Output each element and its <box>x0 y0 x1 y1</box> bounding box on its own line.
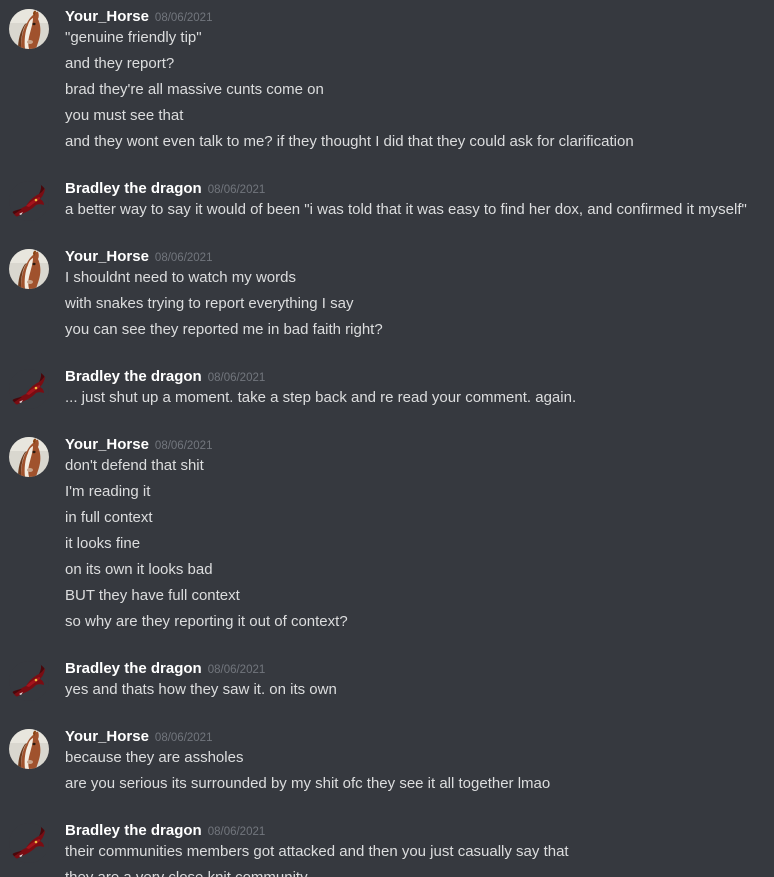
message-text: so why are they reporting it out of cont… <box>65 613 348 630</box>
message-group: Bradley the dragon 08/06/2021 yes and that… <box>0 658 774 706</box>
horse-avatar-icon[interactable] <box>9 437 49 477</box>
username[interactable]: Your_Horse <box>65 248 149 265</box>
message-group: Bradley the dragon 08/06/2021 their commun… <box>0 820 774 877</box>
username[interactable]: Bradley the dragon <box>65 822 202 839</box>
message-text: with snakes trying to report everything … <box>65 295 354 312</box>
message-header: Bradley the dragon 08/06/2021 <box>65 820 766 842</box>
message-header: Your_Horse 08/06/2021 <box>65 434 766 456</box>
message-text: you must see that <box>65 107 184 124</box>
timestamp: 08/06/2021 <box>154 12 213 24</box>
message-text: on its own it looks bad <box>65 561 213 578</box>
message-text: it looks fine <box>65 535 141 552</box>
message-text: I shouldnt need to watch my words <box>65 269 296 286</box>
timestamp: 08/06/2021 <box>154 440 213 452</box>
message-text: yes and thats how they saw it. on its ow… <box>65 681 337 698</box>
message-text: in full context <box>65 509 153 526</box>
message-group: Your_Horse 08/06/2021 I shouldnt need to w… <box>0 246 774 346</box>
timestamp: 08/06/2021 <box>207 826 266 838</box>
message-header: Bradley the dragon 08/06/2021 <box>65 366 766 388</box>
username[interactable]: Your_Horse <box>65 436 149 453</box>
timestamp: 08/06/2021 <box>154 252 213 264</box>
message-text: BUT they have full context <box>65 587 240 604</box>
horse-avatar-icon[interactable] <box>9 9 49 49</box>
username[interactable]: Bradley the dragon <box>65 660 202 677</box>
timestamp: 08/06/2021 <box>207 184 266 196</box>
message-header: Your_Horse 08/06/2021 <box>65 246 766 268</box>
message-text: ... just shut up a moment. take a step b… <box>65 389 577 406</box>
message-group: Bradley the dragon 08/06/2021 a better way… <box>0 178 774 226</box>
message-header: Bradley the dragon 08/06/2021 <box>65 178 766 200</box>
timestamp: 08/06/2021 <box>207 664 266 676</box>
message-header: Your_Horse 08/06/2021 <box>65 726 766 748</box>
username[interactable]: Bradley the dragon <box>65 368 202 385</box>
message-text: and they wont even talk to me? if they t… <box>65 133 634 150</box>
message-text: their communities members got attacked a… <box>65 843 569 860</box>
dragon-avatar-icon[interactable] <box>9 823 49 863</box>
message-text: because they are assholes <box>65 749 244 766</box>
horse-avatar-icon[interactable] <box>9 729 49 769</box>
message-group: Bradley the dragon 08/06/2021 ... just shu… <box>0 366 774 414</box>
message-text: they are a very close knit community <box>65 868 766 877</box>
message-text: I'm reading it <box>65 483 151 500</box>
username[interactable]: Your_Horse <box>65 728 149 745</box>
message-text: and they report? <box>65 55 175 72</box>
message-group: Your_Horse 08/06/2021 because they are ass… <box>0 726 774 800</box>
message-text: brad they're all massive cunts come on <box>65 81 324 98</box>
message-group: Your_Horse 08/06/2021 "genuine friendly ti… <box>0 6 774 158</box>
timestamp: 08/06/2021 <box>207 372 266 384</box>
username[interactable]: Your_Horse <box>65 8 149 25</box>
message-text: you can see they reported me in bad fait… <box>65 321 383 338</box>
username[interactable]: Bradley the dragon <box>65 180 202 197</box>
message-header: Bradley the dragon 08/06/2021 <box>65 658 766 680</box>
chat-message-list: Your_Horse 08/06/2021 "genuine friendly ti… <box>0 0 774 877</box>
dragon-avatar-icon[interactable] <box>9 661 49 701</box>
dragon-avatar-icon[interactable] <box>9 181 49 221</box>
message-text: don't defend that shit <box>65 457 204 474</box>
message-header: Your_Horse 08/06/2021 <box>65 6 766 28</box>
message-text: are you serious its surrounded by my shi… <box>65 775 551 792</box>
message-text: "genuine friendly tip" <box>65 29 202 46</box>
message-group: Your_Horse 08/06/2021 don't defend that sh… <box>0 434 774 638</box>
timestamp: 08/06/2021 <box>154 732 213 744</box>
dragon-avatar-icon[interactable] <box>9 369 49 409</box>
message-text: a better way to say it would of been "i … <box>65 201 747 218</box>
horse-avatar-icon[interactable] <box>9 249 49 289</box>
